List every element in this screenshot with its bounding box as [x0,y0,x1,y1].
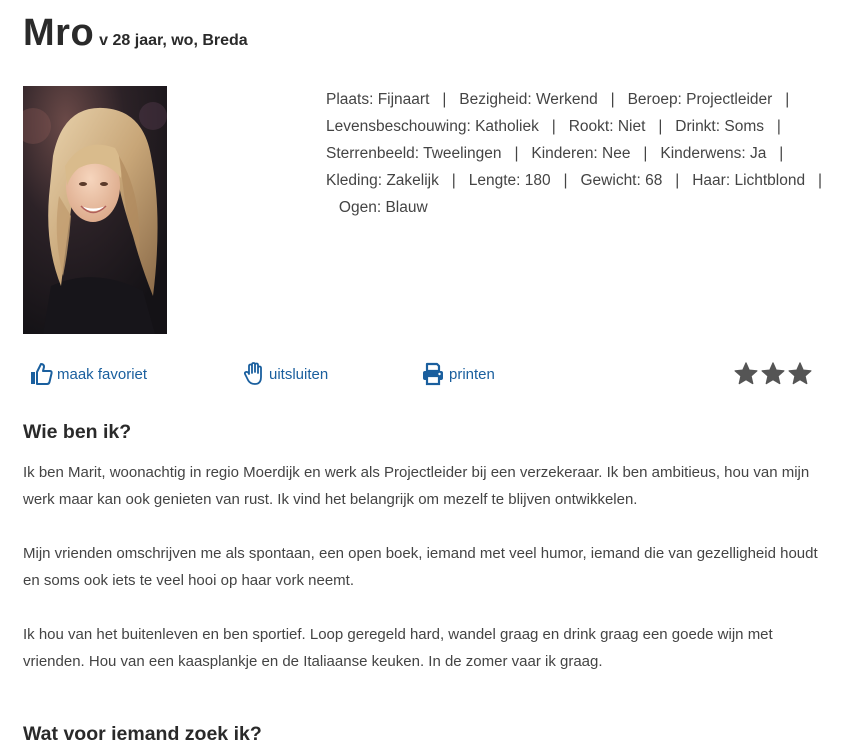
attribute-separator: | [643,145,648,162]
attribute-separator: | [514,145,519,162]
attribute-separator: | [785,91,790,108]
attribute-item: Rookt: Niet [568,118,646,135]
about-text: Ik ben Marit, woonachtig in regio Moerdi… [23,459,823,702]
exclude-label: uitsluiten [269,365,329,383]
attribute-item: Ogen: Blauw [338,199,428,216]
attribute-item: Plaats: Fijnaart [326,91,430,108]
attribute-item: Levensbeschouwing: Katholiek [326,118,539,135]
attribute-separator: | [779,145,784,162]
hand-stop-icon [243,362,265,386]
attribute-item: Sterrenbeeld: Tweelingen [326,145,502,162]
attribute-separator: | [675,172,680,189]
about-paragraph: Ik ben Marit, woonachtig in regio Moerdi… [23,464,810,508]
print-button[interactable]: printen [421,362,495,386]
attribute-separator: | [658,118,663,135]
attribute-item: Beroep: Projectleider [627,91,773,108]
attribute-item: Kinderwens: Ja [660,145,767,162]
profile-subtitle: v 28 jaar, wo, Breda [99,32,248,49]
profile-actions: maak favoriet uitsluiten printen [0,362,847,392]
about-paragraph: Mijn vrienden omschrijven me als spontaa… [23,545,818,589]
attribute-separator: | [563,172,568,189]
rating-stars[interactable] [733,361,814,387]
favorite-label: maak favoriet [57,365,148,383]
profile-header: Mro v 28 jaar, wo, Breda [23,12,248,55]
star-icon [787,361,814,387]
attribute-item: Lengte: 180 [468,172,551,189]
profile-photo[interactable] [23,86,167,334]
attribute-item: Gewicht: 68 [580,172,663,189]
print-label: printen [449,365,495,383]
about-heading: Wie ben ik? [23,421,132,443]
printer-icon [421,362,445,386]
favorite-button[interactable]: maak favoriet [29,362,147,386]
attribute-item: Bezigheid: Werkend [459,91,598,108]
attribute-item: Drinkt: Soms [675,118,764,135]
exclude-button[interactable]: uitsluiten [243,362,328,386]
attribute-separator: | [442,91,447,108]
attribute-separator: | [776,118,781,135]
star-icon [733,361,760,387]
attribute-item: Kinderen: Nee [531,145,631,162]
profile-attributes: Plaats: Fijnaart | Bezigheid: Werkend | … [326,86,826,221]
attribute-separator: | [551,118,556,135]
attribute-item: Kleding: Zakelijk [326,172,439,189]
seeking-heading: Wat voor iemand zoek ik? [23,723,262,745]
attribute-separator: | [610,91,615,108]
attribute-separator: | [818,172,823,189]
about-paragraph: Ik hou van het buitenleven en ben sporti… [23,626,773,670]
thumbs-up-icon [29,362,53,386]
star-icon [760,361,787,387]
profile-name: Mro [23,12,95,54]
attribute-separator: | [451,172,456,189]
attribute-item: Haar: Lichtblond [692,172,806,189]
